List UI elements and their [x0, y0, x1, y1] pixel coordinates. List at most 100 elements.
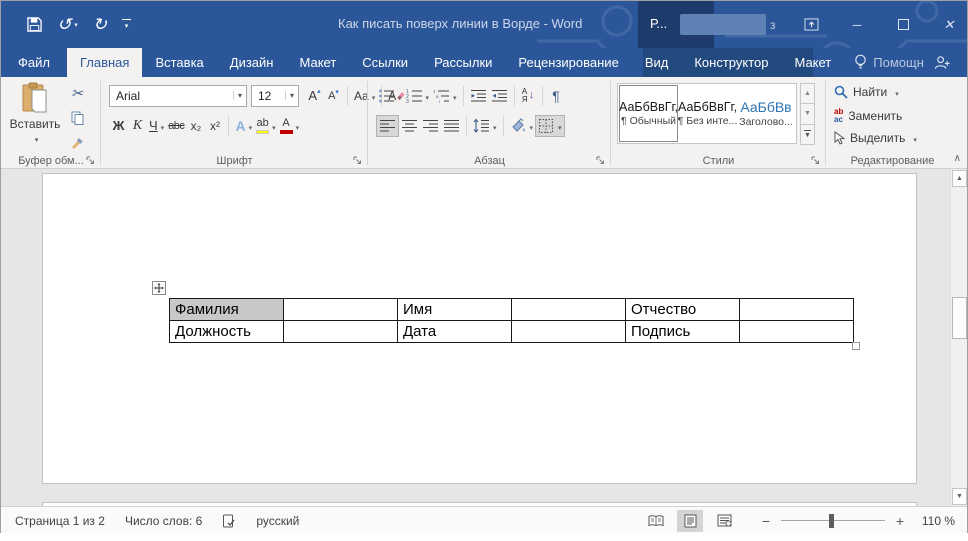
- scroll-down-button[interactable]: [952, 488, 967, 505]
- justify-button[interactable]: [441, 115, 462, 137]
- undo-button[interactable]: [57, 15, 78, 35]
- language-indicator[interactable]: русский: [256, 514, 299, 528]
- web-layout-button[interactable]: [711, 510, 737, 532]
- styles-scroll-up-button[interactable]: ▲: [800, 83, 815, 104]
- show-marks-button[interactable]: ¶: [547, 85, 566, 107]
- customize-qat-button[interactable]: [122, 19, 131, 30]
- save-button[interactable]: [27, 17, 42, 32]
- table-cell[interactable]: [512, 321, 626, 343]
- collapse-ribbon-button[interactable]: [954, 153, 961, 164]
- scrollbar-thumb[interactable]: [952, 297, 967, 339]
- align-right-button[interactable]: [420, 115, 441, 137]
- zoom-slider[interactable]: [781, 514, 885, 528]
- zoom-in-button[interactable]: +: [893, 513, 907, 529]
- align-center-button[interactable]: [399, 115, 420, 137]
- page-count[interactable]: Страница 1 из 2: [15, 514, 105, 528]
- zoom-level[interactable]: 110 %: [915, 514, 955, 528]
- font-dialog-launcher[interactable]: [353, 156, 363, 166]
- font-name-combo[interactable]: Arial: [109, 85, 247, 107]
- paragraph-dialog-launcher[interactable]: [596, 156, 606, 166]
- table-cell-patronymic[interactable]: Отчество: [626, 299, 740, 321]
- table-cell-name[interactable]: Имя: [398, 299, 512, 321]
- style-normal[interactable]: АаБбВвГг, ¶ Обычный: [619, 85, 678, 142]
- strikethrough-button[interactable]: abc: [166, 115, 186, 137]
- cut-button[interactable]: [67, 85, 87, 102]
- grow-font-button[interactable]: А: [305, 85, 324, 107]
- document-table[interactable]: Фамилия Имя Отчество Должность Дата Подп…: [169, 298, 854, 343]
- text-effects-button[interactable]: А: [233, 115, 254, 137]
- styles-scroll-down-button[interactable]: ▼: [800, 103, 815, 124]
- line-spacing-button[interactable]: [471, 115, 499, 137]
- select-button[interactable]: Выделить: [834, 131, 917, 145]
- tab-mailings[interactable]: Рассылки: [421, 48, 505, 77]
- scroll-up-button[interactable]: [952, 170, 967, 187]
- font-color-button[interactable]: А: [278, 115, 302, 137]
- table-cell-surname[interactable]: Фамилия: [170, 299, 284, 321]
- tell-me-button[interactable]: Помощн: [844, 48, 934, 77]
- tab-file[interactable]: Файл: [1, 48, 67, 77]
- styles-dialog-launcher[interactable]: [811, 156, 821, 166]
- table-cell[interactable]: [740, 321, 854, 343]
- document-canvas[interactable]: Фамилия Имя Отчество Должность Дата Подп…: [1, 169, 967, 506]
- table-cell[interactable]: [284, 299, 398, 321]
- tab-table-layout[interactable]: Макет: [781, 48, 844, 77]
- decrease-indent-button[interactable]: [468, 85, 489, 107]
- clipboard-dialog-launcher[interactable]: [86, 156, 96, 166]
- tab-home[interactable]: Главная: [67, 48, 142, 77]
- table-cell-date[interactable]: Дата: [398, 321, 512, 343]
- tab-layout[interactable]: Макет: [286, 48, 349, 77]
- table-move-handle[interactable]: [152, 281, 166, 295]
- paste-dropdown-arrow[interactable]: [32, 131, 39, 145]
- table-cell-signature[interactable]: Подпись: [626, 321, 740, 343]
- tab-review[interactable]: Рецензирование: [505, 48, 631, 77]
- proofing-icon[interactable]: [222, 514, 236, 528]
- find-button[interactable]: Найти: [834, 85, 899, 99]
- styles-more-button[interactable]: ▼: [800, 124, 815, 145]
- word-count[interactable]: Число слов: 6: [125, 514, 202, 528]
- increase-indent-button[interactable]: [489, 85, 510, 107]
- font-size-combo[interactable]: 12: [251, 85, 299, 107]
- vertical-scrollbar[interactable]: [950, 169, 967, 506]
- borders-button[interactable]: [535, 115, 565, 137]
- sort-button[interactable]: АЯ: [519, 85, 538, 107]
- tab-table-design[interactable]: Конструктор: [681, 48, 781, 77]
- tab-design[interactable]: Дизайн: [217, 48, 287, 77]
- read-mode-button[interactable]: [643, 510, 669, 532]
- maximize-button[interactable]: [891, 13, 915, 37]
- style-no-spacing[interactable]: АаБбВвГг, ¶ Без инте...: [678, 85, 737, 142]
- shading-button[interactable]: [508, 115, 536, 137]
- table-resize-handle[interactable]: [852, 342, 860, 350]
- paste-button[interactable]: Вставить: [9, 82, 61, 148]
- minimize-button[interactable]: [845, 13, 869, 37]
- table-cell[interactable]: [284, 321, 398, 343]
- tab-view[interactable]: Вид: [632, 48, 682, 77]
- format-painter-button[interactable]: [67, 133, 87, 150]
- text-effects-arrow: [246, 119, 253, 133]
- zoom-slider-thumb[interactable]: [829, 514, 834, 528]
- close-button[interactable]: [937, 13, 961, 37]
- zoom-out-button[interactable]: −: [759, 513, 773, 529]
- style-heading1[interactable]: АаБбВв Заголово...: [737, 85, 795, 142]
- superscript-button[interactable]: x²: [205, 115, 224, 137]
- tab-insert[interactable]: Вставка: [142, 48, 216, 77]
- underline-button[interactable]: Ч: [147, 115, 166, 137]
- redo-button[interactable]: [93, 15, 107, 35]
- shrink-font-button[interactable]: А: [324, 85, 343, 107]
- print-layout-button[interactable]: [677, 510, 703, 532]
- bullets-button[interactable]: [376, 85, 404, 107]
- bold-button[interactable]: Ж: [109, 115, 128, 137]
- highlight-button[interactable]: ab: [254, 115, 278, 137]
- share-person-icon[interactable]: [934, 55, 951, 70]
- table-cell[interactable]: [740, 299, 854, 321]
- align-left-button[interactable]: [376, 115, 399, 137]
- table-cell-position[interactable]: Должность: [170, 321, 284, 343]
- multilevel-list-button[interactable]: 1ai: [431, 85, 459, 107]
- ribbon-display-options-button[interactable]: [799, 13, 823, 37]
- tab-references[interactable]: Ссылки: [349, 48, 421, 77]
- replace-button[interactable]: abac Заменить: [834, 108, 902, 124]
- subscript-button[interactable]: x₂: [186, 115, 205, 137]
- numbering-button[interactable]: 123: [404, 85, 432, 107]
- italic-button[interactable]: К: [128, 115, 147, 137]
- copy-button[interactable]: [67, 109, 87, 126]
- table-cell[interactable]: [512, 299, 626, 321]
